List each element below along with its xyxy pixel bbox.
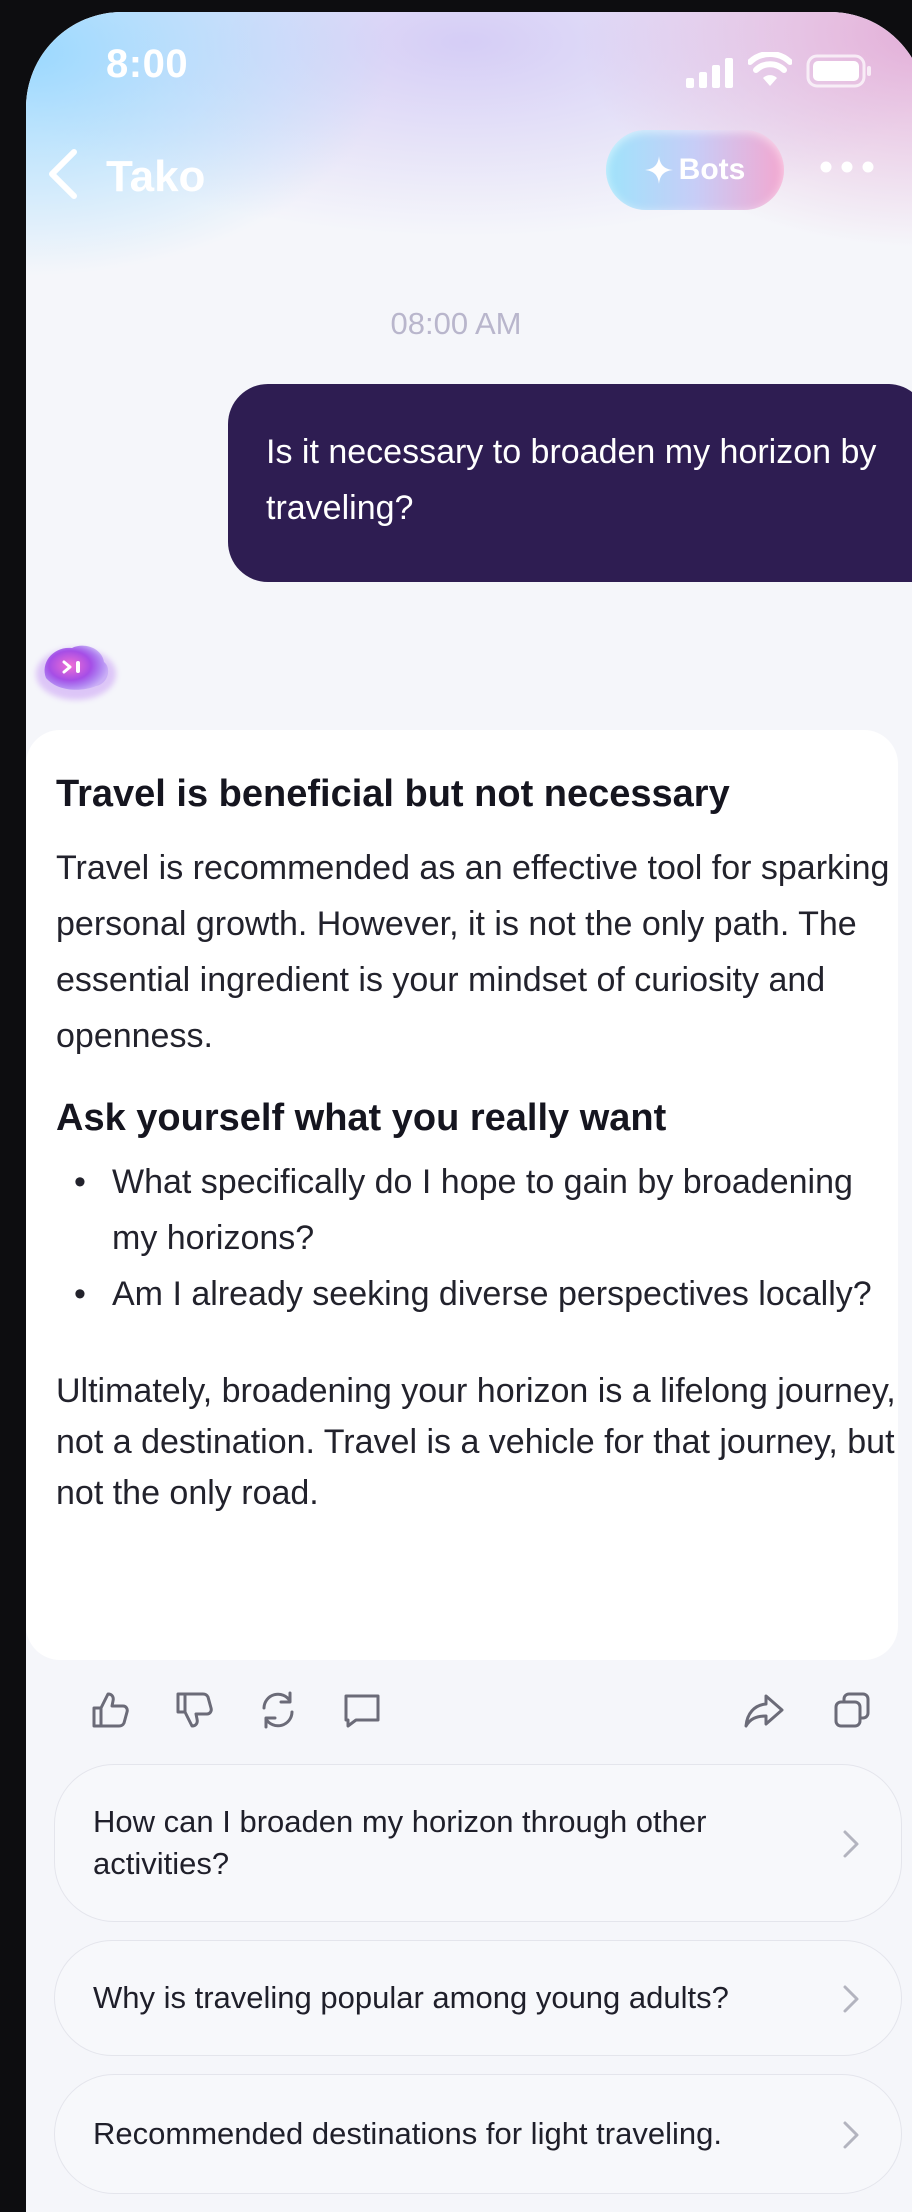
reply-bullet-list: What specifically do I hope to gain by b… bbox=[56, 1154, 898, 1322]
suggestion-text: How can I broaden my horizon through oth… bbox=[93, 1804, 707, 1881]
status-time: 8:00 bbox=[106, 42, 189, 86]
copy-icon[interactable] bbox=[830, 1688, 874, 1732]
bullet-item: What specifically do I hope to gain by b… bbox=[56, 1154, 898, 1266]
suggestion-text: Why is traveling popular among young adu… bbox=[93, 1980, 729, 2015]
bullet-item: Am I already seeking diverse perspective… bbox=[56, 1266, 898, 1322]
suggestion-chip[interactable]: Recommended destinations for light trave… bbox=[54, 2074, 902, 2194]
bot-reply-card: Travel is beneficial but not necessary T… bbox=[26, 730, 898, 1660]
back-chevron-icon[interactable] bbox=[40, 148, 84, 200]
comment-icon[interactable] bbox=[340, 1688, 384, 1732]
regenerate-icon[interactable] bbox=[256, 1688, 300, 1732]
reply-heading-2: Ask yourself what you really want bbox=[56, 1097, 667, 1139]
message-timestamp: 08:00 AM bbox=[390, 306, 522, 341]
sparkle-icon bbox=[644, 156, 673, 184]
bots-label: Bots bbox=[678, 153, 746, 186]
bot-avatar-icon bbox=[36, 645, 116, 700]
wifi-icon bbox=[748, 52, 792, 86]
thumbs-up-icon[interactable] bbox=[88, 1688, 132, 1732]
user-message-bubble[interactable]: Is it necessary to broaden my horizon by… bbox=[228, 384, 912, 582]
reply-heading-1: Travel is beneficial but not necessary bbox=[56, 773, 730, 815]
suggestion-text: Recommended destinations for light trave… bbox=[93, 2116, 722, 2151]
reply-paragraph-1: Travel is recommended as an effective to… bbox=[56, 849, 890, 1055]
reply-paragraph-2: Ultimately, broadening your horizon is a… bbox=[56, 1372, 896, 1512]
chevron-right-icon bbox=[843, 1830, 859, 1858]
bots-button[interactable]: Bots bbox=[606, 130, 784, 210]
more-options-icon[interactable] bbox=[818, 154, 876, 180]
chevron-right-icon bbox=[843, 1985, 859, 2013]
battery-icon bbox=[806, 54, 871, 88]
cellular-signal-icon bbox=[686, 58, 733, 88]
share-icon[interactable] bbox=[742, 1688, 786, 1732]
user-message-text: Is it necessary to broaden my horizon by… bbox=[266, 433, 877, 527]
chevron-right-icon bbox=[843, 2121, 859, 2149]
suggestion-chip[interactable]: How can I broaden my horizon through oth… bbox=[54, 1764, 902, 1922]
chat-title: Tako bbox=[106, 152, 206, 201]
thumbs-down-icon[interactable] bbox=[172, 1688, 216, 1732]
suggestion-chip[interactable]: Why is traveling popular among young adu… bbox=[54, 1940, 902, 2056]
